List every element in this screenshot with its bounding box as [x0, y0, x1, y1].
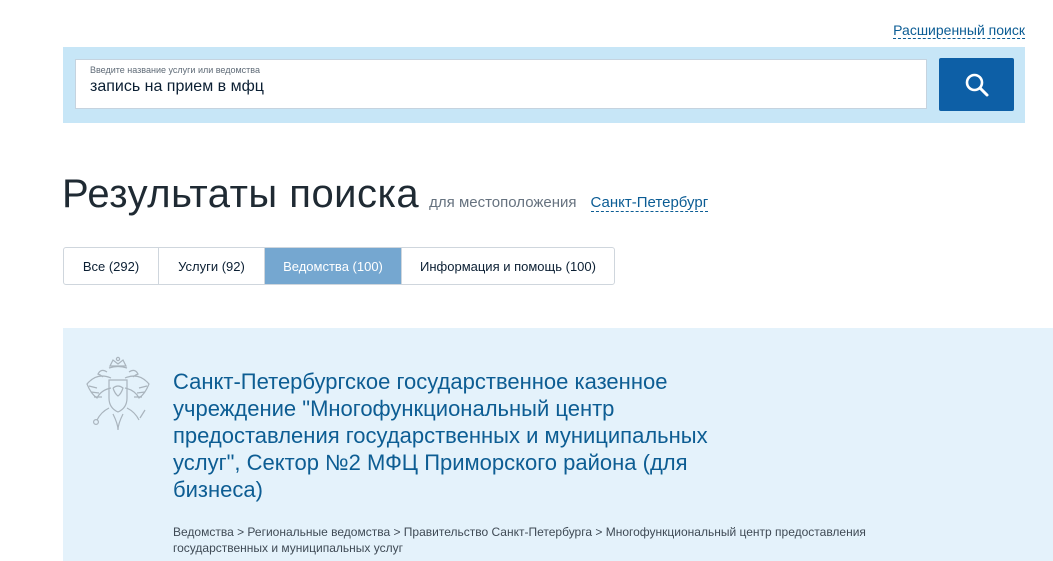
- result-title-link[interactable]: Санкт-Петербургское государственное казе…: [173, 368, 733, 503]
- breadcrumb: Ведомства > Региональные ведомства > Пра…: [173, 525, 866, 555]
- tab-info-help[interactable]: Информация и помощь (100): [402, 248, 614, 284]
- location-label: для местоположения: [429, 194, 577, 211]
- search-input-hint: Введите название услуги или ведомства: [90, 65, 260, 75]
- search-input[interactable]: Введите название услуги или ведомства за…: [75, 59, 927, 109]
- tab-all[interactable]: Все (292): [64, 248, 159, 284]
- search-button[interactable]: [939, 58, 1014, 111]
- advanced-search-link[interactable]: Расширенный поиск: [893, 22, 1025, 39]
- search-icon: [965, 73, 988, 96]
- search-input-value: запись на прием в мфц: [90, 78, 264, 95]
- location-link[interactable]: Санкт-Петербург: [590, 194, 709, 212]
- result-item: Санкт-Петербургское государственное казе…: [63, 328, 1053, 561]
- page-title: Результаты поиска: [62, 172, 420, 216]
- coat-of-arms-icon: [86, 356, 150, 431]
- tab-services[interactable]: Услуги (92): [159, 248, 265, 284]
- search-bar: Введите название услуги или ведомства за…: [63, 47, 1025, 123]
- results-header: Результаты поиска для местоположения Сан…: [62, 172, 709, 217]
- results-tabs: Все (292) Услуги (92) Ведомства (100) Ин…: [63, 247, 615, 285]
- tab-departments[interactable]: Ведомства (100): [265, 248, 402, 284]
